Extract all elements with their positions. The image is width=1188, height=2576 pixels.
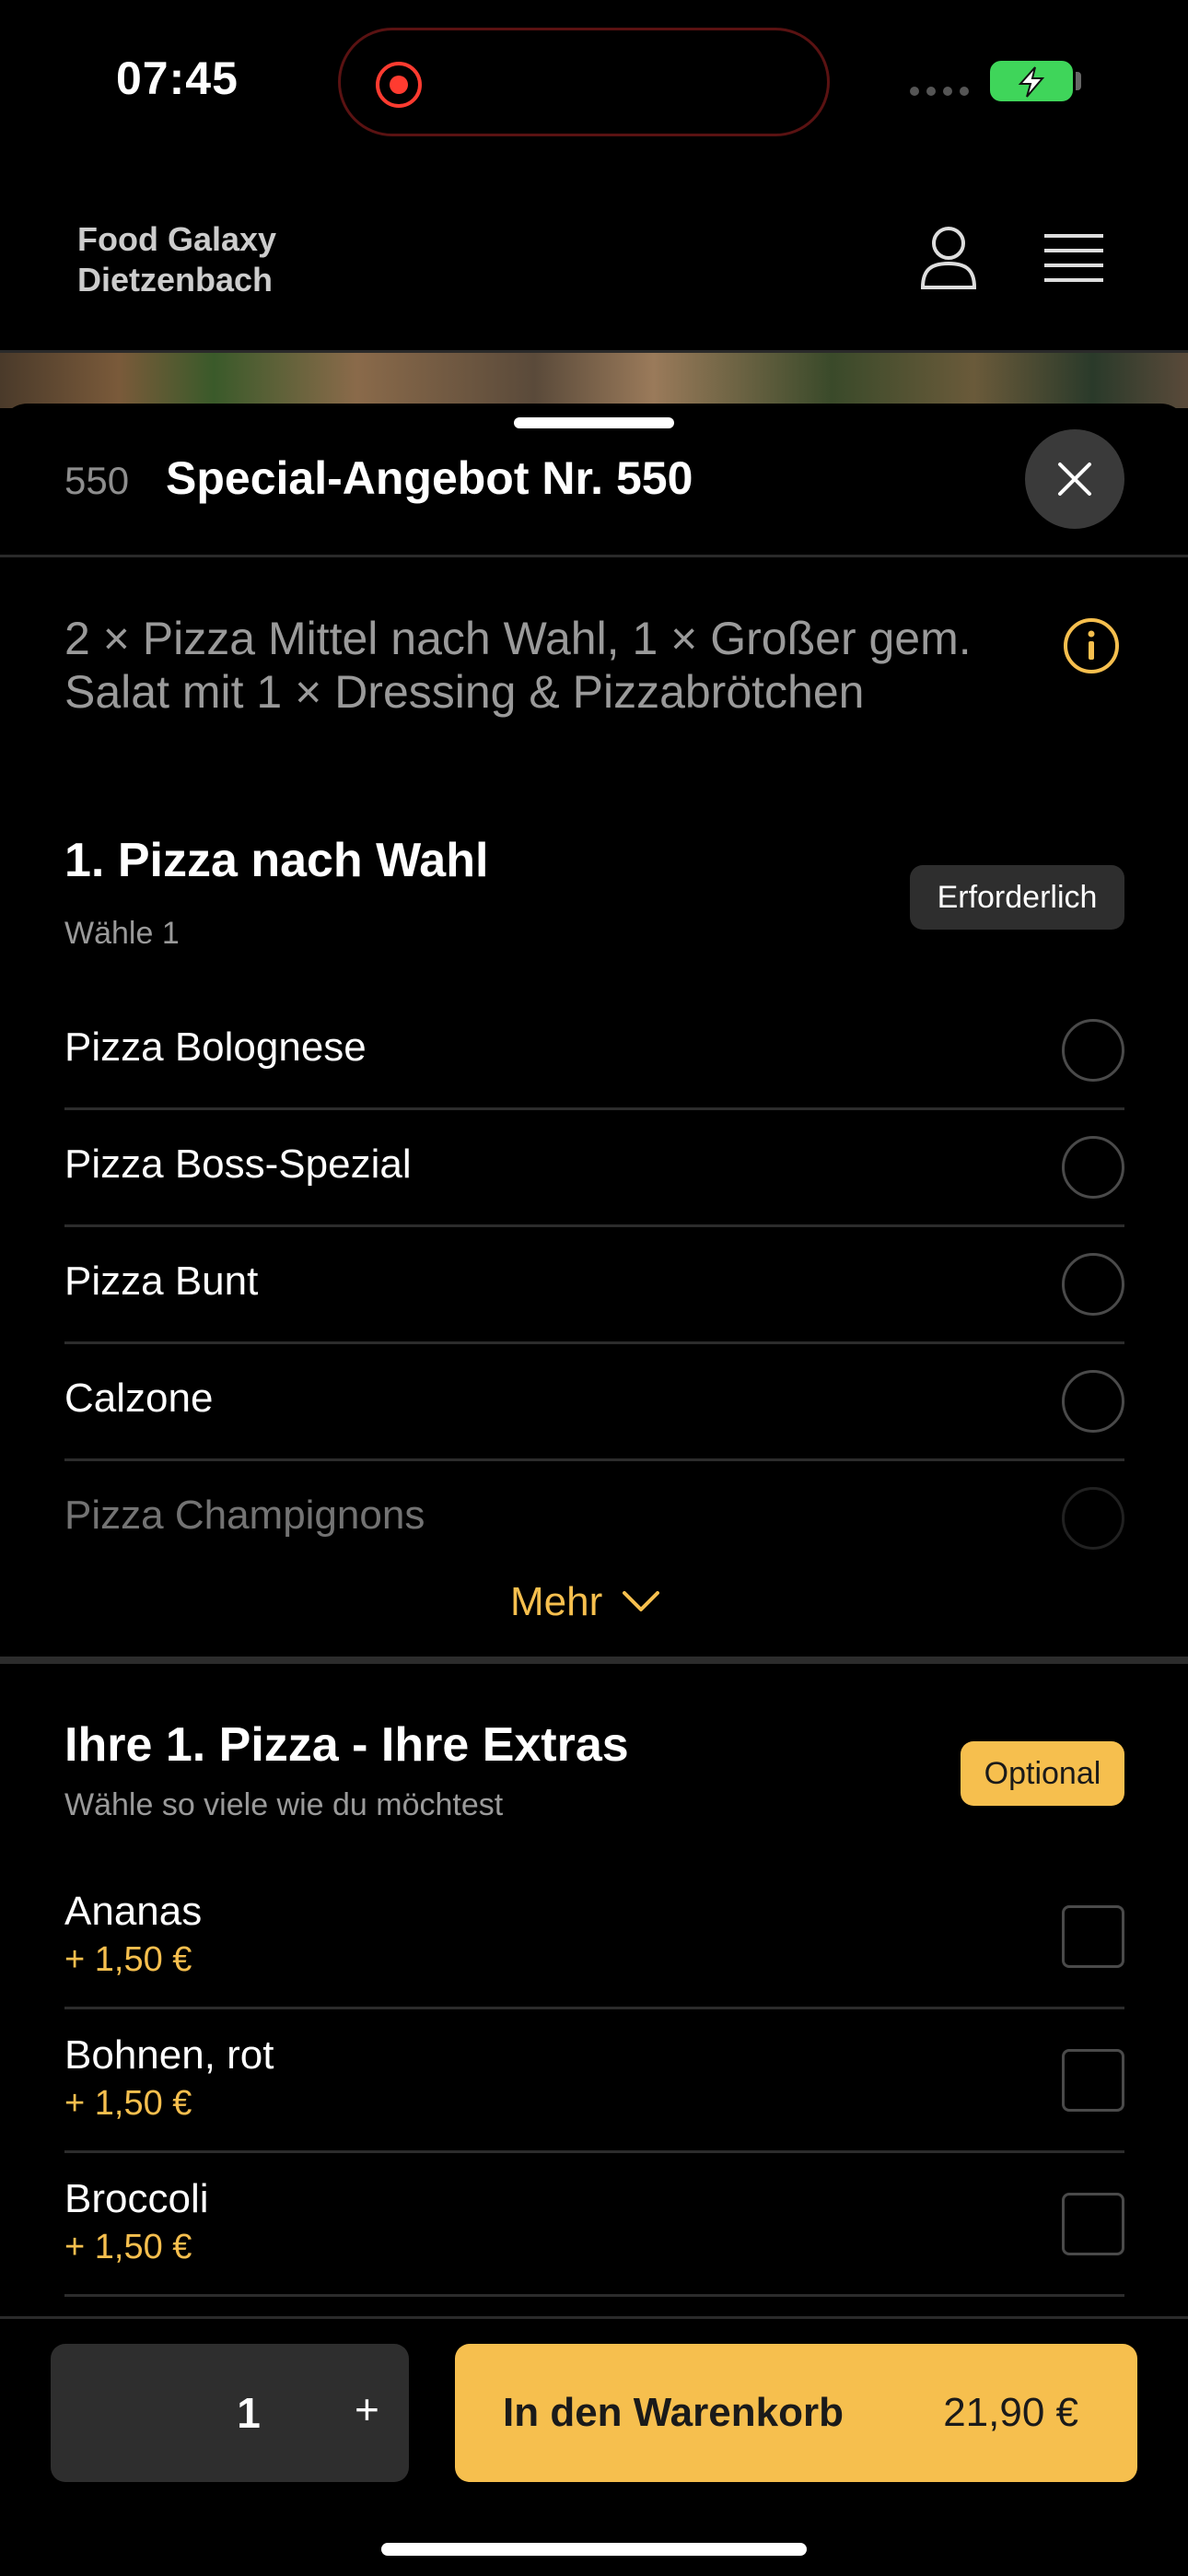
row-divider <box>64 1341 1124 1344</box>
chevron-down-icon <box>623 1591 660 1611</box>
cart-total-price: 21,90 € <box>943 2390 1078 2435</box>
radio-button[interactable] <box>1062 1370 1124 1433</box>
restaurant-brand[interactable]: Food Galaxy Dietzenbach <box>77 219 276 300</box>
row-divider <box>64 2294 1124 2297</box>
pizza-option-label: Pizza Boss-Spezial <box>64 1142 412 1187</box>
pizza-option-label: Calzone <box>64 1376 214 1421</box>
extra-option-price: + 1,50 € <box>64 1940 192 1979</box>
add-to-cart-button[interactable]: In den Warenkorb 21,90 € <box>455 2344 1137 2482</box>
quantity-value: 1 <box>237 2389 261 2437</box>
extra-option-row[interactable]: Ananas + 1,50 € <box>64 1889 1124 2009</box>
increment-button[interactable]: + <box>355 2384 379 2434</box>
pizza-option-row[interactable]: Pizza Boss-Spezial <box>64 1136 1124 1227</box>
required-badge: Erforderlich <box>910 865 1124 930</box>
optional-badge: Optional <box>961 1741 1124 1806</box>
close-button[interactable] <box>1025 429 1124 529</box>
pizza-option-row[interactable]: Pizza Bunt <box>64 1253 1124 1344</box>
info-icon[interactable] <box>1063 617 1120 679</box>
section-divider <box>0 1657 1188 1664</box>
background-food-image <box>0 353 1188 408</box>
section-pizza-title: 1. Pizza nach Wahl <box>64 834 489 887</box>
extra-option-label: Broccoli <box>64 2176 209 2221</box>
checkbox[interactable] <box>1062 2049 1124 2112</box>
item-number: 550 <box>64 459 130 502</box>
extra-option-label: Bohnen, rot <box>64 2032 274 2078</box>
close-icon <box>1058 463 1091 496</box>
signal-icon <box>910 87 969 96</box>
radio-button[interactable] <box>1062 1019 1124 1082</box>
brand-location: Dietzenbach <box>77 261 274 299</box>
extra-option-label: Ananas <box>64 1889 203 1934</box>
pizza-option-label: Pizza Bolognese <box>64 1025 367 1070</box>
battery-cap <box>1076 72 1081 90</box>
radio-button[interactable] <box>1062 1253 1124 1316</box>
extra-option-row[interactable]: Bohnen, rot + 1,50 € <box>64 2032 1124 2153</box>
pizza-option-label: Pizza Champignons <box>64 1493 425 1538</box>
item-description: 2 × Pizza Mittel nach Wahl, 1 × Großer g… <box>64 613 972 718</box>
pizza-option-row[interactable]: Pizza Champignons <box>64 1487 1124 1551</box>
recording-icon <box>376 62 422 108</box>
section-extras-subtitle: Wähle so viele wie du möchtest <box>64 1787 504 1822</box>
brand-name: Food Galaxy <box>77 220 277 258</box>
title-divider <box>0 555 1188 557</box>
dynamic-island <box>338 28 830 136</box>
radio-button[interactable] <box>1062 1487 1124 1550</box>
pizza-option-label: Pizza Bunt <box>64 1259 259 1304</box>
row-divider <box>64 1107 1124 1110</box>
show-more-label: Mehr <box>510 1579 603 1624</box>
section-extras-title: Ihre 1. Pizza - Ihre Extras <box>64 1718 629 1772</box>
radio-button[interactable] <box>1062 1136 1124 1199</box>
row-divider <box>64 2007 1124 2009</box>
add-to-cart-label: In den Warenkorb <box>503 2390 844 2435</box>
quantity-stepper[interactable]: 1 + <box>51 2344 409 2482</box>
row-divider <box>64 1458 1124 1461</box>
status-time: 07:45 <box>116 53 239 104</box>
extra-option-price: + 1,50 € <box>64 2084 192 2123</box>
sheet-grabber[interactable] <box>514 417 674 428</box>
section-pizza-subtitle: Wähle 1 <box>64 916 180 951</box>
extra-option-row[interactable]: Broccoli + 1,50 € <box>64 2176 1124 2297</box>
extra-option-price: + 1,50 € <box>64 2228 192 2266</box>
row-divider <box>64 1224 1124 1227</box>
show-more-button[interactable]: Mehr <box>510 1579 660 1625</box>
item-title: Special-Angebot Nr. 550 <box>166 452 693 504</box>
battery-charging-icon <box>990 61 1073 101</box>
hamburger-menu-icon[interactable] <box>1044 232 1103 288</box>
home-indicator[interactable] <box>381 2543 807 2556</box>
pizza-option-row[interactable]: Pizza Bolognese <box>64 1019 1124 1110</box>
row-divider <box>64 2150 1124 2153</box>
pizza-option-row[interactable]: Calzone <box>64 1370 1124 1461</box>
checkbox[interactable] <box>1062 1905 1124 1968</box>
bottom-bar-divider <box>0 2316 1188 2319</box>
user-icon[interactable] <box>919 225 978 296</box>
checkbox[interactable] <box>1062 2193 1124 2255</box>
